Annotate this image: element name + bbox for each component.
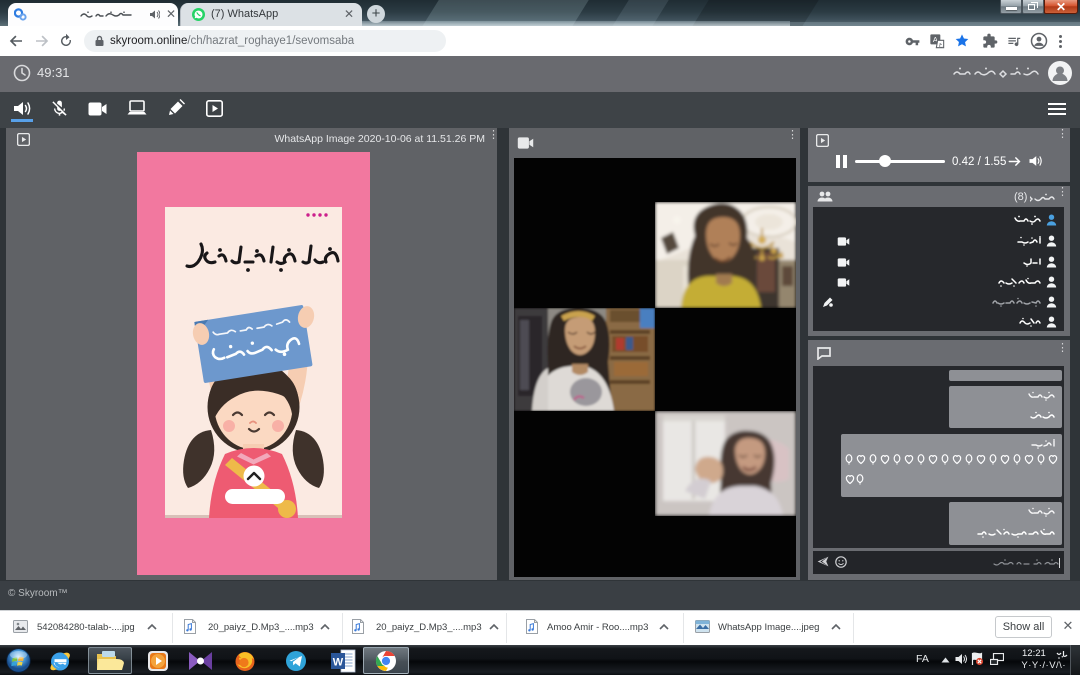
svg-text:ع: ع: [939, 42, 943, 48]
svg-text:W: W: [333, 657, 344, 669]
